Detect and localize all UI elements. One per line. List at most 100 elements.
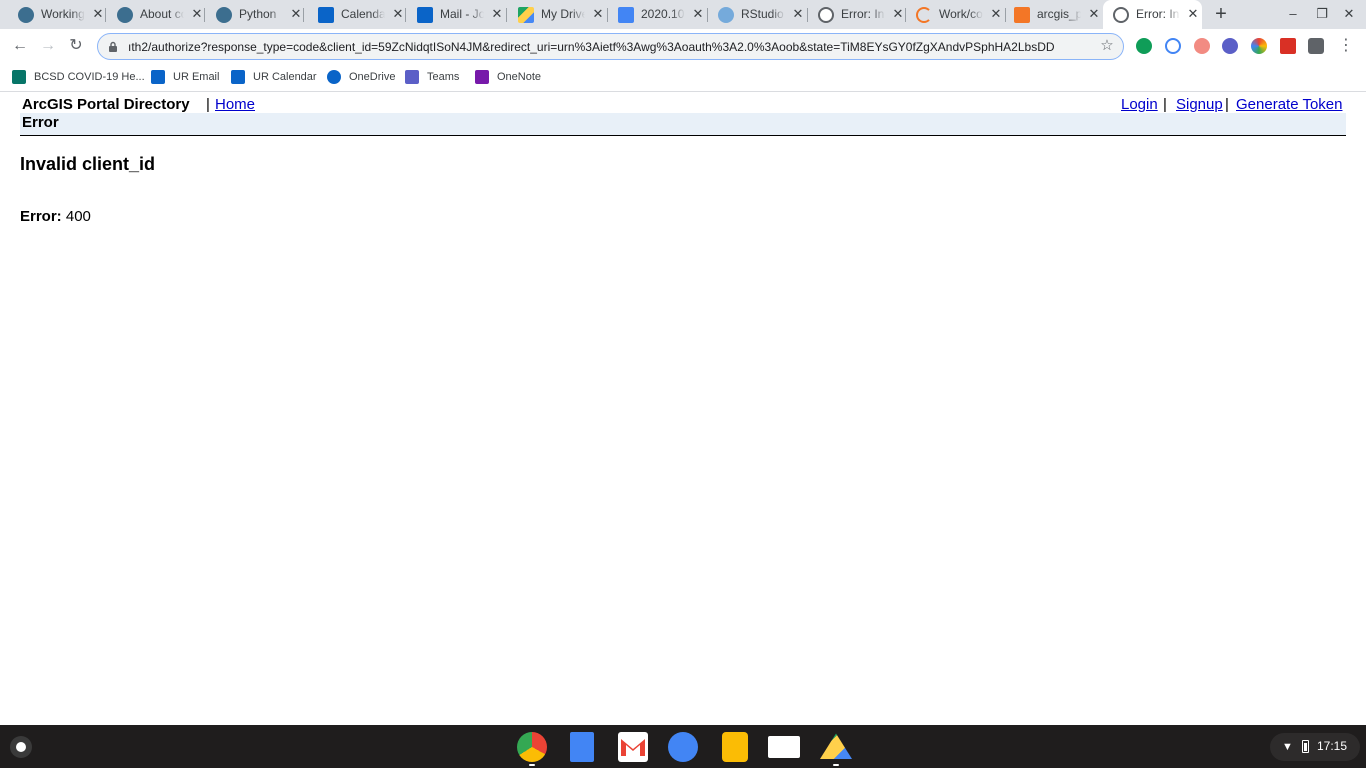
markdown-icon[interactable] [768,736,800,758]
back-icon[interactable]: ← [11,37,29,55]
close-icon[interactable]: ✕ [790,6,806,22]
bookmark-ur-email[interactable]: UR Email [151,68,219,86]
calendar-icon [231,70,245,84]
extension-screencast-icon[interactable] [1194,38,1210,54]
os-shelf: ▼ 17:15 [0,725,1366,768]
close-icon[interactable]: ✕ [189,6,205,22]
tab-label: About co [140,7,184,21]
globe-icon [216,7,232,23]
close-icon[interactable]: ✕ [90,6,106,22]
error-code: 400 [65,208,91,225]
tab-calendar[interactable]: Calendar ✕ [308,0,406,29]
tab-error-active[interactable]: Error: In ✕ [1103,0,1202,29]
drive-icon[interactable] [820,733,852,759]
tab-error-1[interactable]: Error: In ✕ [808,0,906,29]
tab-about[interactable]: About co ✕ [107,0,205,29]
close-icon[interactable]: ✕ [489,6,505,22]
tab-working[interactable]: Working ✕ [8,0,106,29]
status-tray[interactable]: ▼ 17:15 [1270,733,1360,761]
close-icon[interactable]: ✕ [590,6,606,22]
tab-arcgis[interactable]: arcgis_p ✕ [1004,0,1102,29]
bookmark-label: Teams [427,71,460,83]
close-icon[interactable]: ✕ [390,6,406,22]
outlook-icon [417,7,433,23]
tab-label: Mail - Jo [440,7,484,21]
globe-icon [117,7,133,23]
bookmark-onedrive[interactable]: OneDrive [327,68,395,86]
chrome-icon[interactable] [517,732,547,762]
rstudio-icon [718,7,734,23]
tab-label: Calendar [341,7,385,21]
docs-icon[interactable] [570,732,594,762]
breadcrumb: Error [20,113,1346,136]
bookmark-bcsd[interactable]: BCSD COVID-19 He... [12,68,145,86]
tab-my-drive[interactable]: My Drive ✕ [508,0,608,29]
battery-icon [1302,740,1309,753]
home-link[interactable]: Home [215,96,255,113]
tab-label: Work/co [939,7,983,21]
tab-rstudio[interactable]: RStudio ✕ [708,0,808,29]
separator: | [1163,96,1167,113]
reload-icon[interactable]: ↻ [67,37,85,55]
outlook-icon [151,70,165,84]
bookmark-ur-calendar[interactable]: UR Calendar [231,68,317,86]
extension-timer-icon[interactable] [1165,38,1181,54]
tab-separator [204,8,205,22]
tab-separator [506,8,507,22]
wifi-icon: ▼ [1282,741,1293,753]
bookmark-star-icon[interactable]: ☆ [1099,38,1115,54]
restore-icon[interactable]: ❐ [1314,6,1330,22]
bookmark-label: UR Calendar [253,71,317,83]
close-icon[interactable]: ✕ [1086,6,1102,22]
teams-icon [405,70,419,84]
tab-work[interactable]: Work/co ✕ [906,0,1006,29]
gmail-icon[interactable] [618,732,648,762]
error-code-line: Error: 400 [20,208,91,225]
clock: 17:15 [1317,739,1348,753]
tab-python[interactable]: Python ✕ [206,0,304,29]
tab-mail[interactable]: Mail - Jo ✕ [407,0,507,29]
tab-separator [303,8,304,22]
files-icon[interactable] [668,732,698,762]
bookmark-label: BCSD COVID-19 He... [34,71,145,83]
close-icon[interactable]: ✕ [690,6,706,22]
tab-label: 2020.10 [641,7,685,21]
running-indicator [833,764,839,766]
close-icon[interactable]: ✕ [288,6,304,22]
close-window-icon[interactable]: ✕ [1341,6,1357,22]
bookmark-teams[interactable]: Teams [405,68,459,86]
forward-icon[interactable]: → [39,37,57,55]
url-text[interactable]: ıth2/authorize?response_type=code&client… [128,40,1090,54]
extension-check-icon[interactable] [1222,38,1238,54]
signup-link[interactable]: Signup [1176,96,1223,113]
close-icon[interactable]: ✕ [988,6,1004,22]
close-icon[interactable]: ✕ [1185,6,1201,22]
address-bar[interactable]: ıth2/authorize?response_type=code&client… [97,33,1124,60]
login-link[interactable]: Login [1121,96,1158,113]
bookmark-onenote[interactable]: OneNote [475,68,541,86]
portal-brand: ArcGIS Portal Directory [22,96,190,113]
error-label: Error: [20,208,62,225]
tab-separator [105,8,106,22]
globe-icon [1113,7,1129,23]
tab-docs[interactable]: 2020.10 ✕ [608,0,708,29]
spinner-icon [916,7,932,23]
generate-token-link[interactable]: Generate Token [1236,96,1342,113]
launcher-icon[interactable] [10,736,32,758]
extension-color-icon[interactable] [1251,38,1267,54]
calendar-icon [318,7,334,23]
tab-label: Error: In [841,7,885,21]
minimize-icon[interactable]: – [1285,6,1301,22]
extension-green-icon[interactable] [1136,38,1152,54]
breadcrumb-label: Error [22,114,59,131]
close-icon[interactable]: ✕ [890,6,906,22]
tab-label: My Drive [541,7,585,21]
extensions-puzzle-icon[interactable] [1308,38,1324,54]
tab-label: RStudio [741,7,784,21]
hourglass-icon [1014,7,1030,23]
bookmarks-bar: BCSD COVID-19 He... UR Email UR Calendar… [0,63,1366,92]
keep-icon[interactable] [722,732,748,762]
new-tab-button[interactable]: + [1210,4,1232,26]
browser-menu-icon[interactable]: ⋮ [1338,37,1354,55]
extension-pdf-icon[interactable] [1280,38,1296,54]
